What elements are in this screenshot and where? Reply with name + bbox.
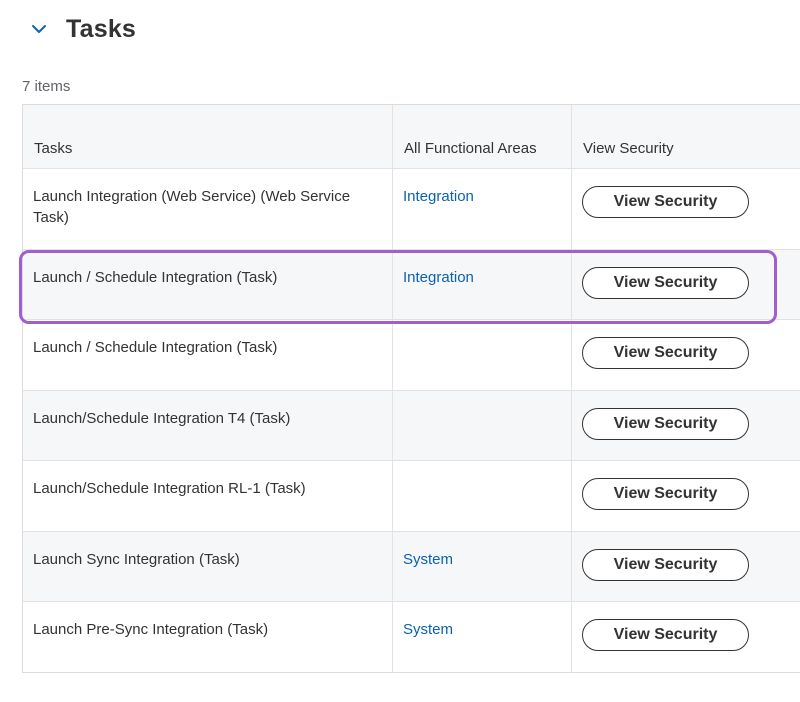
- page-title: Tasks: [66, 14, 137, 43]
- table-row: Launch / Schedule Integration (Task) Vie…: [23, 320, 800, 391]
- table-row: Launch/Schedule Integration RL-1 (Task) …: [23, 461, 800, 532]
- view-security-button[interactable]: View Security: [582, 408, 749, 440]
- view-security-button[interactable]: View Security: [582, 267, 749, 299]
- column-header-label: Tasks: [34, 140, 73, 157]
- chevron-down-icon: [32, 25, 46, 33]
- task-name: Launch / Schedule Integration (Task): [33, 339, 278, 356]
- functional-area-link[interactable]: Integration: [403, 186, 474, 207]
- table-row: Launch Pre-Sync Integration (Task) Syste…: [23, 602, 800, 673]
- task-name: Launch/Schedule Integration T4 (Task): [33, 410, 291, 427]
- task-name: Launch Integration (Web Service) (Web Se…: [33, 188, 351, 226]
- column-header-label: All Functional Areas: [404, 140, 537, 157]
- view-security-button[interactable]: View Security: [582, 186, 749, 218]
- task-name: Launch / Schedule Integration (Task): [33, 269, 278, 286]
- task-name: Launch/Schedule Integration RL-1 (Task): [33, 480, 306, 497]
- task-name: Launch Sync Integration (Task): [33, 551, 240, 568]
- collapse-toggle[interactable]: [28, 18, 50, 40]
- table-header-row: Tasks All Functional Areas View Security: [23, 105, 800, 169]
- functional-area-link[interactable]: System: [403, 549, 453, 570]
- task-name: Launch Pre-Sync Integration (Task): [33, 621, 269, 638]
- item-count: 7 items: [22, 78, 71, 95]
- column-header-view-security: View Security: [572, 105, 800, 168]
- column-header-functional-areas: All Functional Areas: [393, 105, 572, 168]
- tasks-page: Tasks 7 items Tasks All Functional Areas…: [0, 0, 800, 702]
- table-row: Launch Integration (Web Service) (Web Se…: [23, 169, 800, 250]
- table-row: Launch / Schedule Integration (Task) Int…: [23, 250, 800, 320]
- view-security-button[interactable]: View Security: [582, 549, 749, 581]
- view-security-button[interactable]: View Security: [582, 337, 749, 369]
- functional-area-link[interactable]: System: [403, 619, 453, 640]
- section-header: Tasks: [28, 12, 136, 46]
- column-header-tasks: Tasks: [23, 105, 393, 168]
- column-header-label: View Security: [583, 140, 674, 157]
- functional-area-link[interactable]: Integration: [403, 267, 474, 288]
- tasks-table: Tasks All Functional Areas View Security…: [22, 104, 800, 673]
- table-row: Launch Sync Integration (Task) System Vi…: [23, 532, 800, 602]
- view-security-button[interactable]: View Security: [582, 478, 749, 510]
- table-row: Launch/Schedule Integration T4 (Task) Vi…: [23, 391, 800, 461]
- view-security-button[interactable]: View Security: [582, 619, 749, 651]
